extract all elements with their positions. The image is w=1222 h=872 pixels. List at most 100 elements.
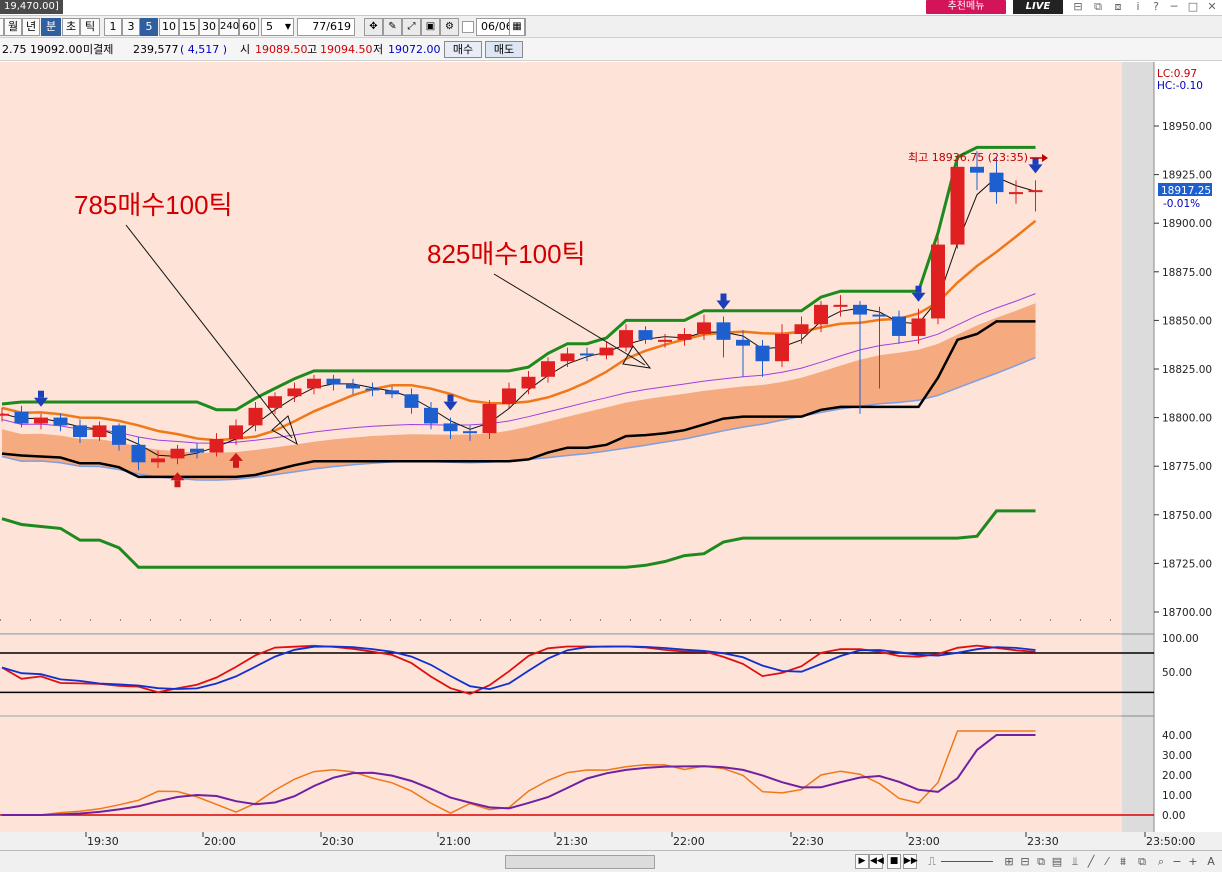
high-marker-label: 최고 18936.75 (23:35) bbox=[908, 151, 1028, 164]
current-price-label: 18917.25 bbox=[1161, 185, 1211, 197]
price-tick-label: 18850.00 bbox=[1162, 315, 1212, 327]
candle-body bbox=[326, 378, 341, 385]
candle-body bbox=[365, 388, 380, 391]
draw-tool-icon[interactable]: ✎ bbox=[383, 18, 402, 36]
time-tick-label: 20:00 bbox=[204, 835, 236, 848]
interval-select[interactable]: 5 ▼ bbox=[261, 18, 294, 36]
chevron-down-icon: ▼ bbox=[284, 22, 291, 31]
layout-icon[interactable]: ⧉ bbox=[1034, 854, 1048, 869]
candle-body bbox=[989, 172, 1004, 193]
sell-signal-stem bbox=[38, 390, 44, 398]
candle-body bbox=[248, 407, 263, 426]
candle-body bbox=[541, 361, 555, 377]
interval-240[interactable]: 240 bbox=[219, 18, 239, 36]
fast-forward-icon[interactable]: ▶▶ bbox=[903, 854, 918, 869]
maximize-icon[interactable]: □ bbox=[1185, 0, 1201, 14]
candle-body bbox=[287, 388, 302, 397]
chart-type-icon[interactable]: ⫫ bbox=[1068, 854, 1082, 869]
interval-3[interactable]: 3 bbox=[122, 18, 140, 36]
hc-label: HC:-0.10 bbox=[1157, 80, 1203, 92]
save-icon[interactable]: ▣ bbox=[421, 18, 440, 36]
tab-period-minute[interactable]: 분 bbox=[41, 18, 61, 36]
recommend-menu-button[interactable]: 추천메뉴 bbox=[926, 0, 1006, 14]
zoom-slider-icon[interactable]: ⎍ bbox=[925, 854, 939, 869]
candle-body bbox=[34, 417, 48, 424]
time-axis: 19:30 20:00 20:30 21:00 21:30 22:00 22:30 23:00… bbox=[0, 832, 1222, 850]
interval-60[interactable]: 60 bbox=[239, 18, 259, 36]
candle-body bbox=[872, 314, 887, 317]
tile-icon[interactable]: ⊟ bbox=[1070, 0, 1086, 14]
tab-period-month[interactable]: 월 bbox=[4, 18, 22, 36]
interval-5[interactable]: 5 bbox=[140, 18, 158, 36]
zoom-slider-track[interactable] bbox=[941, 861, 993, 862]
candle-body bbox=[716, 322, 731, 340]
time-tick-label: 23:50:00 bbox=[1146, 835, 1195, 848]
candle-body bbox=[1009, 192, 1023, 195]
price-tick-label: 18950.00 bbox=[1162, 121, 1212, 133]
date-value: 06/06 bbox=[481, 20, 513, 33]
candle-body bbox=[560, 353, 575, 362]
buy-button[interactable]: 매수 bbox=[444, 41, 482, 58]
interval-15[interactable]: 15 bbox=[179, 18, 199, 36]
help-icon[interactable]: ? bbox=[1148, 0, 1164, 14]
grid-icon[interactable]: ⊞ bbox=[1002, 854, 1016, 869]
zoom-in-icon[interactable]: + bbox=[1186, 854, 1200, 869]
time-tick-label: 22:00 bbox=[673, 835, 705, 848]
candle-body bbox=[0, 413, 9, 416]
interval-1[interactable]: 1 bbox=[104, 18, 122, 36]
panel-icon[interactable]: ▤ bbox=[1050, 854, 1064, 869]
high-value: 19094.50 bbox=[320, 43, 373, 56]
live-button[interactable]: LIVE bbox=[1013, 0, 1063, 14]
horizontal-scrollbar[interactable] bbox=[505, 855, 655, 869]
unfilled-label: 미결제 bbox=[83, 43, 114, 56]
search-icon[interactable]: ⌕ bbox=[1154, 854, 1168, 869]
link-icon[interactable]: ⧈ bbox=[1110, 0, 1126, 14]
annotation-785-buy: 785매수100틱 bbox=[74, 190, 233, 220]
candle-body bbox=[73, 425, 87, 438]
sell-button[interactable]: 매도 bbox=[485, 41, 523, 58]
candle-body bbox=[892, 316, 906, 336]
gear-icon[interactable]: ⚙ bbox=[440, 18, 459, 36]
play-icon[interactable]: ▶ bbox=[855, 854, 869, 869]
interval-30[interactable]: 30 bbox=[199, 18, 219, 36]
candle-body bbox=[580, 353, 594, 356]
price-chart[interactable]: 100.00 50.00 40.00 30.00 20.00 10.00 0.00 1895… bbox=[0, 62, 1222, 850]
sell-signal-stem bbox=[447, 394, 454, 402]
count-field[interactable]: 77/619 bbox=[297, 18, 355, 36]
copy-window-icon[interactable]: ⧉ bbox=[1090, 0, 1106, 14]
osc2-tick-label: 20.00 bbox=[1162, 770, 1192, 782]
crosshair-icon[interactable]: ✥ bbox=[364, 18, 383, 36]
trend-tool-icon[interactable]: ⤢ bbox=[402, 18, 421, 36]
candle-body bbox=[658, 339, 672, 342]
high-label: 고 bbox=[307, 43, 318, 56]
candle-body bbox=[1028, 190, 1043, 193]
split-icon[interactable]: ⊟ bbox=[1018, 854, 1032, 869]
tab-period-second[interactable]: 초 bbox=[62, 18, 80, 36]
candle-body bbox=[755, 345, 770, 362]
date-checkbox[interactable] bbox=[462, 21, 474, 33]
zoom-out-icon[interactable]: − bbox=[1170, 854, 1184, 869]
stop-icon[interactable]: ■ bbox=[887, 854, 901, 869]
chart-area[interactable]: 100.00 50.00 40.00 30.00 20.00 10.00 0.00 1895… bbox=[0, 62, 1222, 850]
candle-body bbox=[151, 458, 165, 463]
style-icon[interactable]: ⁄ bbox=[1100, 854, 1114, 869]
price-tick-label: 18825.00 bbox=[1162, 364, 1212, 376]
indicator-icon[interactable]: ⩩ bbox=[1116, 854, 1130, 869]
window-icon[interactable]: ⧉ bbox=[1135, 854, 1149, 869]
open-value: 19089.50 bbox=[255, 43, 308, 56]
candle-body bbox=[14, 411, 29, 424]
rewind-icon[interactable]: ◀◀ bbox=[869, 854, 884, 869]
close-icon[interactable]: ✕ bbox=[1204, 0, 1220, 14]
current-change-label: -0.01% bbox=[1163, 198, 1200, 210]
candle-body bbox=[170, 448, 185, 459]
draw-icon[interactable]: ╱ bbox=[1084, 854, 1098, 869]
calendar-icon[interactable]: ▦ bbox=[509, 18, 525, 36]
tab-period-tick[interactable]: 틱 bbox=[80, 18, 100, 36]
tab-period-year[interactable]: 년 bbox=[22, 18, 40, 36]
sell-signal-stem bbox=[915, 285, 922, 293]
info-icon[interactable]: i bbox=[1130, 0, 1146, 14]
interval-10[interactable]: 10 bbox=[159, 18, 179, 36]
minimize-icon[interactable]: ─ bbox=[1166, 0, 1182, 14]
text-size-icon[interactable]: A bbox=[1204, 854, 1218, 869]
candle-body bbox=[268, 396, 282, 408]
